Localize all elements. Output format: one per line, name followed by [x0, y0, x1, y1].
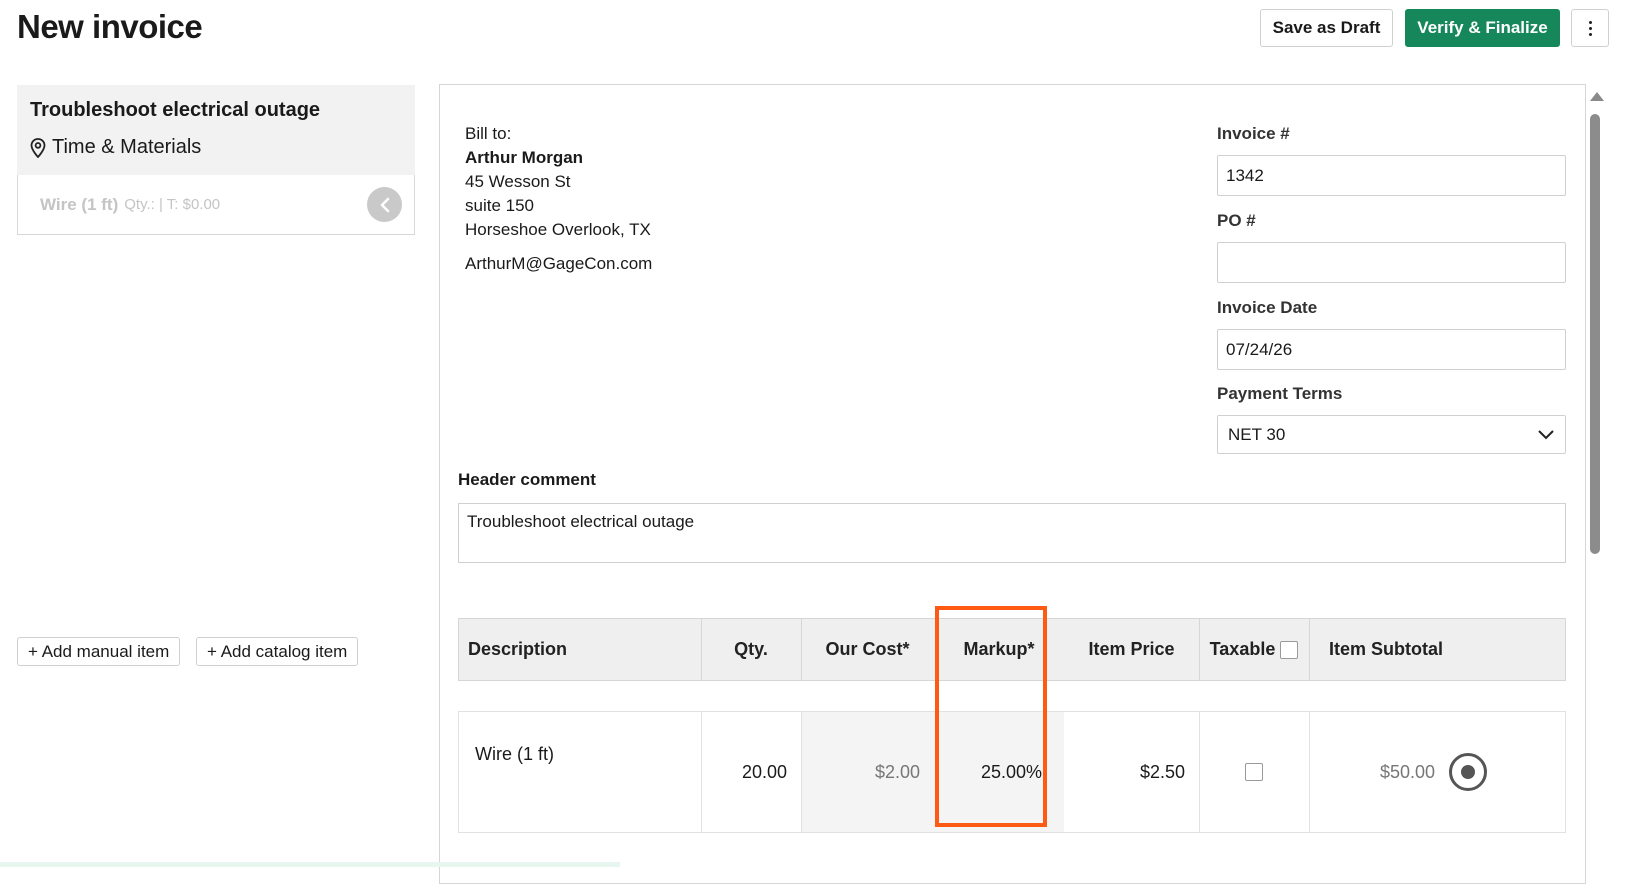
chevron-down-icon	[1538, 430, 1554, 440]
job-item-name: Wire (1 ft)	[40, 194, 119, 214]
row-description[interactable]: Wire (1 ft)	[475, 712, 554, 832]
payment-terms-value: NET 30	[1228, 424, 1286, 444]
col-taxable-label: Taxable	[1209, 639, 1276, 659]
invoice-number-input[interactable]: 1342	[1217, 155, 1566, 196]
page-title: New invoice	[17, 8, 203, 45]
collapse-button[interactable]	[367, 187, 402, 222]
invoice-date-label: Invoice Date	[1217, 298, 1318, 317]
add-catalog-item-button[interactable]: + Add catalog item	[196, 637, 359, 666]
row-taxable-cell	[1199, 712, 1309, 832]
payment-terms-select[interactable]: NET 30	[1217, 415, 1566, 454]
job-type-label: Time & Materials	[52, 136, 202, 158]
header-comment-input[interactable]: Troubleshoot electrical outage	[458, 503, 1566, 563]
vertical-scrollbar[interactable]	[1586, 84, 1604, 867]
col-qty: Qty.	[734, 639, 768, 659]
col-item-subtotal: Item Subtotal	[1329, 639, 1444, 659]
row-our-cost[interactable]: $2.00	[801, 712, 934, 832]
invoice-number-label: Invoice #	[1217, 124, 1290, 143]
job-line-item[interactable]: Wire (1 ft) Qty.: | T: $0.00	[17, 175, 415, 235]
notification-bar	[0, 862, 620, 867]
row-select-radio-icon[interactable]	[1449, 753, 1487, 791]
customer-city: Horseshoe Overlook, TX	[465, 220, 651, 239]
invoice-date-input[interactable]: 07/24/26	[1217, 329, 1566, 370]
customer-street: 45 Wesson St	[465, 172, 571, 191]
save-draft-button[interactable]: Save as Draft	[1260, 9, 1393, 47]
job-title: Troubleshoot electrical outage	[30, 99, 321, 121]
job-item-meta: Qty.: | T: $0.00	[124, 196, 221, 213]
row-item-price[interactable]: $2.50	[1064, 712, 1199, 832]
customer-email: ArthurM@GageCon.com	[465, 254, 653, 273]
verify-finalize-button[interactable]: Verify & Finalize	[1405, 9, 1560, 47]
row-taxable-checkbox[interactable]	[1245, 763, 1263, 781]
vertical-dots-icon	[1588, 20, 1592, 36]
job-header: Troubleshoot electrical outage Time & Ma…	[17, 85, 415, 175]
taxable-all-checkbox[interactable]	[1280, 640, 1299, 659]
po-number-input[interactable]	[1217, 242, 1566, 283]
customer-name: Arthur Morgan	[465, 148, 584, 167]
header-comment-label: Header comment	[458, 470, 596, 489]
payment-terms-label: Payment Terms	[1217, 384, 1343, 403]
scroll-up-arrow-icon[interactable]	[1590, 92, 1604, 101]
location-pin-icon	[30, 137, 46, 158]
more-options-button[interactable]	[1571, 9, 1609, 47]
po-number-label: PO #	[1217, 211, 1256, 230]
bill-to-label: Bill to:	[465, 124, 512, 143]
job-type: Time & Materials	[30, 136, 403, 159]
row-item-subtotal: $50.00	[1379, 761, 1435, 782]
bill-to-block: Bill to: Arthur Morgan 45 Wesson St suit…	[465, 122, 652, 276]
scroll-thumb[interactable]	[1590, 114, 1600, 554]
job-card: Troubleshoot electrical outage Time & Ma…	[17, 85, 415, 235]
row-qty[interactable]: 20.00	[701, 712, 801, 832]
col-our-cost: Our Cost*	[825, 639, 910, 659]
col-item-price: Item Price	[1088, 639, 1175, 659]
chevron-left-icon	[380, 197, 389, 212]
add-manual-item-button[interactable]: + Add manual item	[17, 637, 181, 666]
col-taxable: Taxable	[1199, 619, 1309, 680]
col-description: Description	[468, 639, 568, 659]
customer-suite: suite 150	[465, 196, 534, 215]
markup-column-highlight	[935, 606, 1047, 827]
